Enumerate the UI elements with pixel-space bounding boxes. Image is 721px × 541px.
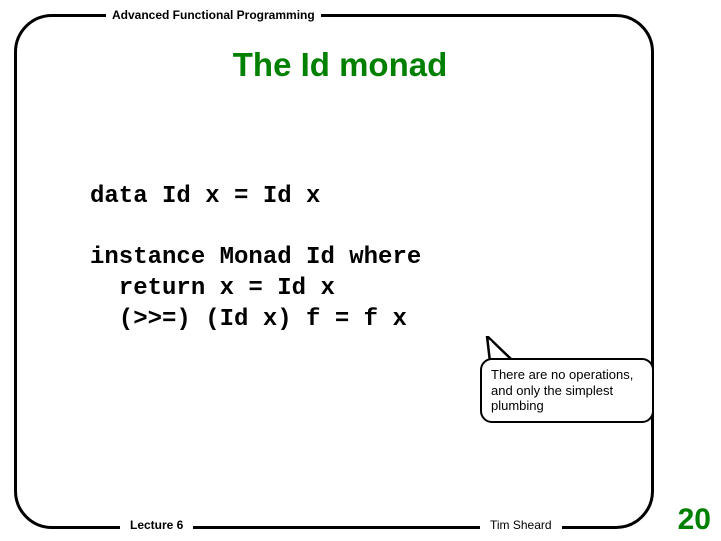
slide-title: The Id monad (60, 46, 620, 84)
footer-lecture: Lecture 6 (120, 518, 193, 532)
page-number: 20 (678, 503, 711, 537)
callout-box: There are no operations, and only the si… (480, 358, 654, 423)
code-block: data Id x = Id x instance Monad Id where… (90, 182, 421, 336)
callout-text: There are no operations, and only the si… (491, 367, 633, 413)
footer-author: Tim Sheard (480, 518, 562, 532)
course-label: Advanced Functional Programming (106, 8, 321, 22)
